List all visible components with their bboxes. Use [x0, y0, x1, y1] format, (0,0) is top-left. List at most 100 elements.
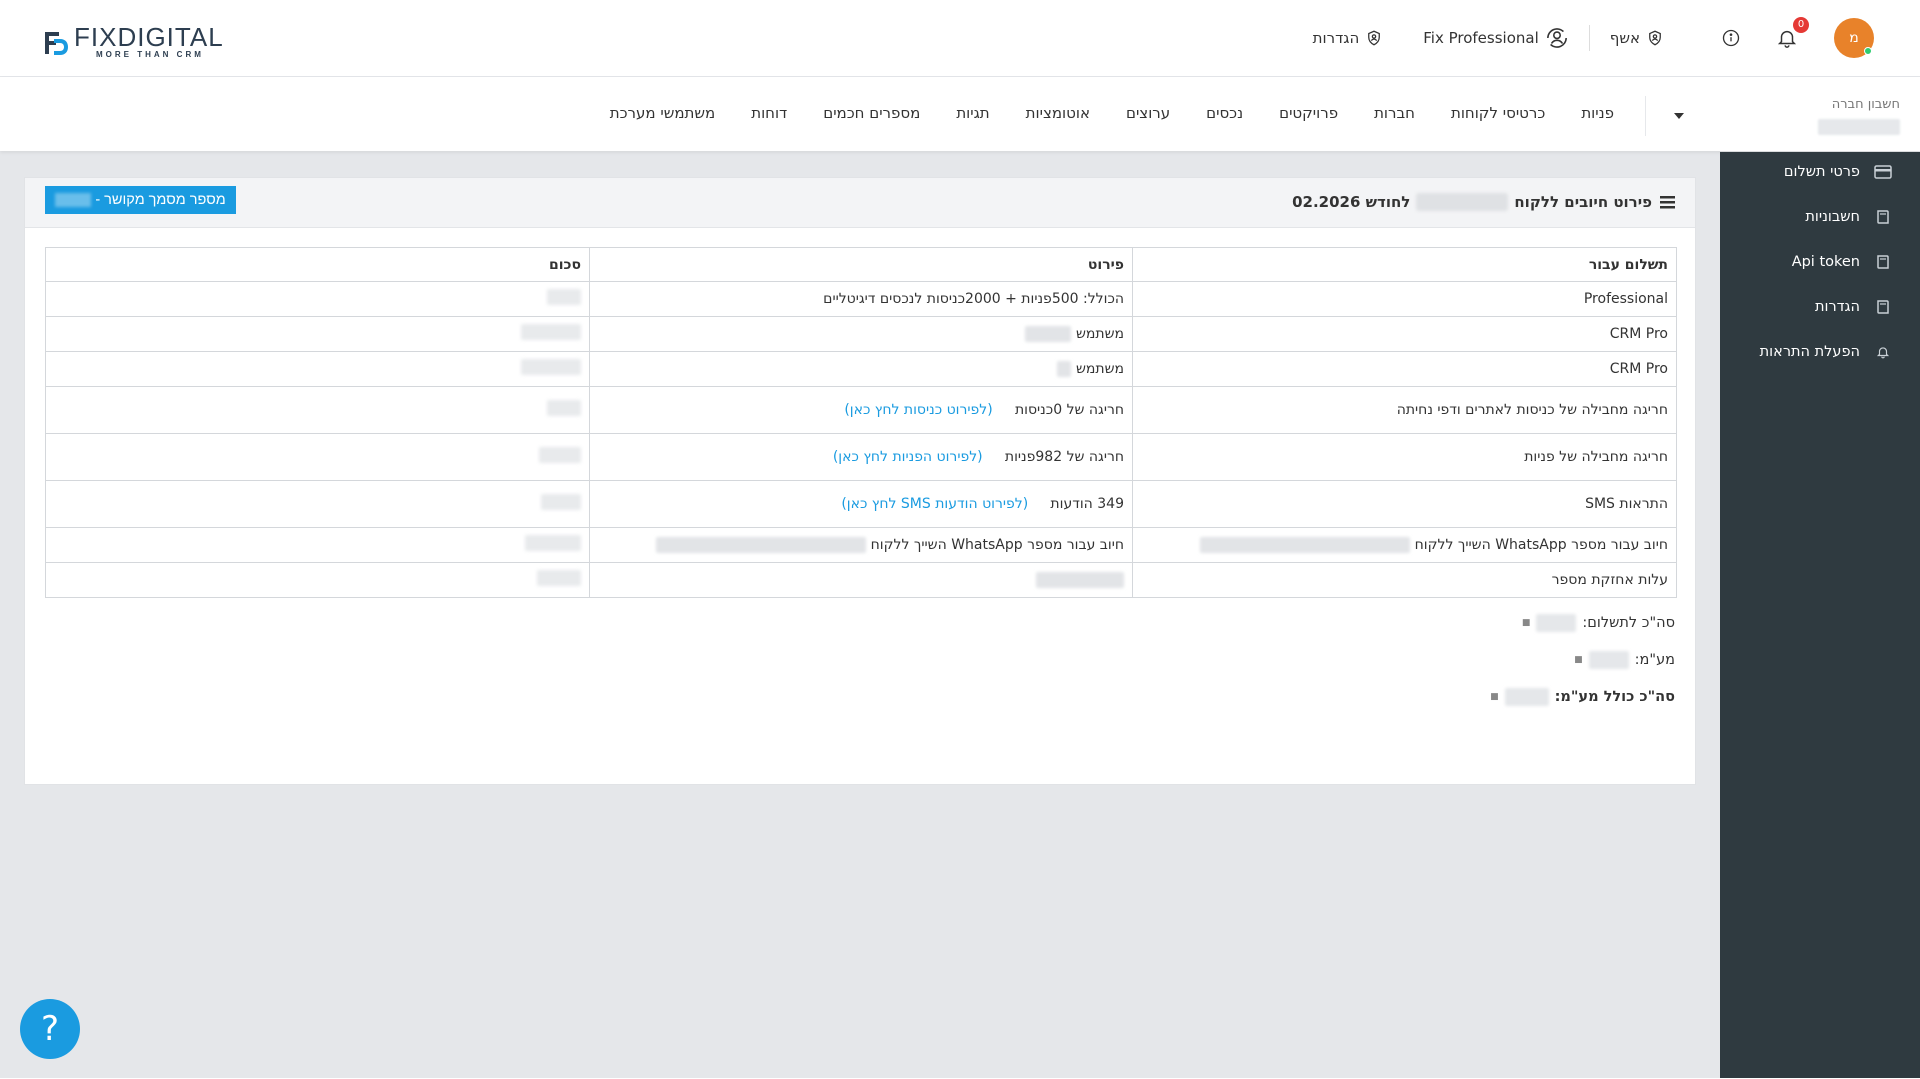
fix-professional-label: Fix Professional [1423, 29, 1539, 47]
table-row: Professional הכולל: 500פניות + 2000כניסו… [45, 281, 1677, 317]
cell-detail-text: חריגה של 0כניסות [1014, 402, 1124, 418]
cell-detail: משתמש [589, 316, 1133, 352]
cell-detail: 349 הודעות (לפירוט הודעות SMS לחץ כאן) [589, 480, 1133, 528]
info-button[interactable] [1718, 25, 1744, 51]
redacted-amount [537, 570, 581, 586]
logo-tagline: MORE THAN CRM [96, 50, 204, 59]
settings-link[interactable]: הגדרות [1313, 28, 1384, 48]
sms-details-link[interactable]: (לפירוט הודעות SMS לחץ כאן) [841, 496, 1028, 512]
logo-digital: DIGITAL [117, 22, 224, 52]
menu-item-reports[interactable]: דוחות [751, 104, 787, 122]
redacted-detail [1036, 572, 1124, 588]
menu-item-projects[interactable]: פרויקטים [1279, 104, 1338, 122]
cell-amount [45, 433, 590, 481]
menu-item-smart-numbers[interactable]: מספרים חכמים [823, 104, 920, 122]
sidebar-item-payment-details[interactable]: פרטי תשלום [1784, 164, 1892, 180]
divider [1588, 25, 1590, 51]
cell-detail-text: חיוב עבור מספר WhatsApp השייך ללקוח [870, 537, 1124, 553]
redacted-amount [547, 400, 581, 416]
sidebar-item-invoices[interactable]: חשבוניות [1805, 209, 1892, 225]
redacted-vat [1588, 651, 1629, 669]
help-button[interactable]: ? [20, 999, 80, 1059]
user-avatar[interactable]: מ [1834, 18, 1874, 58]
book-icon [1874, 254, 1892, 270]
table-row: CRM Pro משתמש [45, 351, 1677, 387]
table-row: CRM Pro משתמש [45, 316, 1677, 352]
cell-amount [45, 480, 590, 528]
sidebar-item-label: פרטי תשלום [1783, 164, 1860, 180]
notifications-button[interactable]: 0 [1774, 17, 1809, 51]
table-header-row: תשלום עבור פירוט סכום [45, 247, 1677, 282]
billing-table: תשלום עבור פירוט סכום Professional הכולל… [45, 247, 1677, 598]
company-account-value [1818, 119, 1900, 135]
cell-amount [45, 562, 590, 598]
logo-mark-icon [42, 26, 70, 58]
cell-detail: חריגה של 0כניסות (לפירוט כניסות לחץ כאן) [589, 386, 1133, 434]
company-account[interactable]: חשבון חברה [1818, 97, 1900, 135]
column-header-for: תשלום עבור [1132, 247, 1677, 282]
vat-label: מע"מ: [1634, 652, 1675, 668]
cell-detail-text: 349 הודעות [1050, 496, 1124, 512]
sidebar-item-label: Api token [1791, 254, 1860, 270]
redacted-amount [521, 359, 581, 375]
redacted-amount [541, 494, 581, 510]
nav-divider [1645, 96, 1646, 136]
sidebar-item-enable-notifications[interactable]: הפעלת התראות [1760, 344, 1892, 360]
billing-panel: פירוט חיובים ללקוח לחודש 02.2026 מספר מס… [24, 177, 1696, 785]
menu-item-customer-cards[interactable]: כרטיסי לקוחות [1451, 104, 1545, 122]
fix-professional-link[interactable]: Fix Professional [1423, 27, 1569, 49]
help-label: ? [40, 1009, 60, 1049]
linked-document-button[interactable]: מספר מסמך מקושר - [45, 186, 236, 214]
column-header-amount: סכום [45, 247, 590, 282]
cell-detail-text: משתמש [1075, 326, 1124, 342]
top-actions: מ 0 אשף Fix Professional הגדרות [1313, 17, 1874, 58]
inquiries-details-link[interactable]: (לפירוט הפניות לחץ כאן) [833, 449, 983, 465]
redacted-amount [547, 289, 581, 305]
redacted-amount [521, 324, 581, 340]
user-menu[interactable]: אשף [1610, 28, 1664, 48]
panel-title-prefix: פירוט חיובים ללקוח [1514, 193, 1652, 211]
menu-item-tags[interactable]: תגיות [956, 104, 989, 122]
table-row: חיוב עבור מספר WhatsApp השייך ללקוח חיוב… [45, 527, 1677, 563]
menu-item-channels[interactable]: ערוצים [1126, 104, 1170, 122]
cell-for: חריגה מחבילה של פניות [1132, 433, 1677, 481]
top-header: FIXDIGITAL MORE THAN CRM מ 0 אשף Fix Pro… [0, 0, 1920, 77]
redacted-subtotal [1536, 614, 1577, 632]
currency-icon: ■ [1574, 655, 1583, 665]
subtotal-label: סה"כ לתשלום: [1582, 615, 1675, 631]
shield-settings-icon [1365, 28, 1383, 48]
redacted-amount [525, 535, 581, 551]
entries-details-link[interactable]: (לפירוט כניסות לחץ כאן) [844, 402, 992, 418]
menu-item-automations[interactable]: אוטומציות [1026, 104, 1090, 122]
cell-for: עלות אחזקת מספר [1132, 562, 1677, 598]
cell-for: CRM Pro [1132, 351, 1677, 387]
cell-for: התראות SMS [1132, 480, 1677, 528]
logo[interactable]: FIXDIGITAL MORE THAN CRM [42, 24, 224, 59]
redacted-user [1057, 361, 1072, 377]
sidebar-item-api-token[interactable]: Api token [1792, 254, 1892, 270]
company-account-label: חשבון חברה [1831, 97, 1900, 112]
menu-item-assets[interactable]: נכסים [1206, 104, 1243, 122]
menu-item-system-users[interactable]: משתמשי מערכת [610, 104, 715, 122]
cell-detail-text: חריגה של 982פניות [1004, 449, 1124, 465]
sidebar-item-settings[interactable]: הגדרות [1815, 299, 1892, 315]
linked-document-label: מספר מסמך מקושר - [95, 192, 226, 208]
redacted-customer-name [1416, 193, 1509, 211]
currency-icon: ■ [1490, 692, 1499, 702]
info-icon [1722, 29, 1740, 47]
menu-item-inquiries[interactable]: פניות [1581, 104, 1614, 122]
cell-amount [45, 316, 590, 352]
table-row: התראות SMS 349 הודעות (לפירוט הודעות SMS… [45, 480, 1677, 528]
card-icon [1874, 164, 1892, 180]
redacted-whatsapp-number [1200, 537, 1411, 553]
shield-user-icon [1646, 28, 1664, 48]
menu-item-companies[interactable]: חברות [1374, 104, 1415, 122]
redacted-user [1025, 326, 1072, 342]
currency-icon: ■ [1521, 618, 1531, 628]
panel-title-suffix: לחודש 02.2026 [1292, 193, 1411, 211]
settings-label: הגדרות [1312, 29, 1360, 47]
cell-for: חיוב עבור מספר WhatsApp השייך ללקוח [1132, 527, 1677, 563]
cell-for-text: חיוב עבור מספר WhatsApp השייך ללקוח [1414, 537, 1668, 553]
cell-detail: הכולל: 500פניות + 2000כניסות לנכסים דיגי… [589, 281, 1133, 317]
company-dropdown-caret-icon[interactable] [1672, 106, 1686, 125]
